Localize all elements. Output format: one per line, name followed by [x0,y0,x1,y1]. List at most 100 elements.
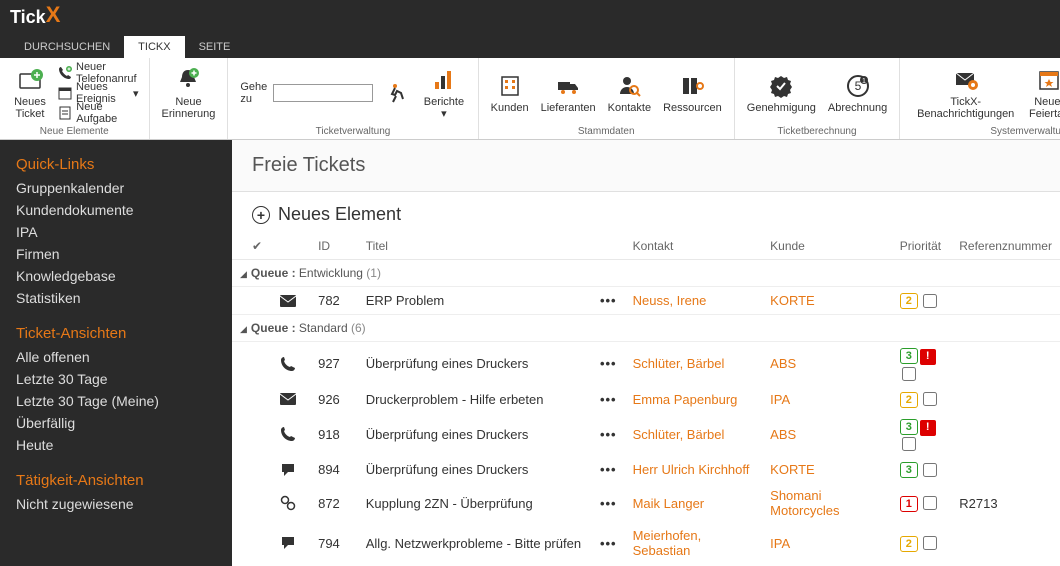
resources-button[interactable]: Ressourcen [657,60,728,126]
sidebar-quick-item-1[interactable]: Kundendokumente [0,199,232,221]
ticket-row[interactable]: 927Überprüfung eines Druckers•••Schlüter… [232,342,1060,386]
sidebar-quick-item-3[interactable]: Firmen [0,243,232,265]
ticket-row[interactable]: 926Druckerproblem - Hilfe erbeten•••Emma… [232,386,1060,413]
ticket-title: Kupplung 2ZN - Überprüfung [358,483,592,523]
sidebar: Quick-Links GruppenkalenderKundendokumen… [0,140,232,566]
row-menu-button[interactable]: ••• [600,293,617,308]
ticket-row[interactable]: 918Überprüfung eines Druckers•••Schlüter… [232,413,1060,457]
tab-tickx[interactable]: TICKX [124,36,184,58]
sidebar-quick-item-5[interactable]: Statistiken [0,287,232,309]
customer-link[interactable]: KORTE [770,293,815,308]
row-menu-button[interactable]: ••• [600,496,617,511]
new-ticket-button[interactable]: Neues Ticket [6,60,54,126]
badge-check-icon [767,72,795,100]
goto-run-button[interactable] [379,60,416,126]
row-checkbox[interactable] [923,496,937,510]
tab-browse[interactable]: DURCHSUCHEN [10,36,124,58]
customer-link[interactable]: Shomani Motorcycles [770,488,839,518]
row-checkbox[interactable] [923,463,937,477]
new-holiday-button[interactable]: Neuer Feiertag [1025,60,1060,126]
group-row[interactable]: ◢Queue : Standard (6) [232,315,1060,342]
sidebar-ticketview-item-2[interactable]: Letzte 30 Tage (Meine) [0,390,232,412]
customers-button[interactable]: Kunden [485,60,535,126]
row-menu-button[interactable]: ••• [600,392,617,407]
sidebar-ticketview-item-4[interactable]: Heute [0,434,232,456]
contact-link[interactable]: Herr Ulrich Kirchhoff [633,462,750,477]
customer-link[interactable]: ABS [770,427,796,442]
ticket-row[interactable]: 872Kupplung 2ZN - Überprüfung ••• Maik Lan… [232,483,1060,523]
content-header: Freie Tickets [232,140,1060,192]
billing-button[interactable]: 51Abrechnung [822,60,893,126]
approval-button[interactable]: Genehmigung [741,60,822,126]
col-kunde[interactable]: Kunde [762,233,892,260]
contact-link[interactable]: Schlüter, Bärbel [633,427,725,442]
alert-icon: ! [920,349,936,365]
col-priority[interactable]: Priorität [892,233,951,260]
row-checkbox[interactable] [923,536,937,550]
row-menu-button[interactable]: ••• [600,536,617,551]
customer-link[interactable]: KORTE [770,462,815,477]
new-task-button[interactable]: Neue Aufgabe [54,103,143,123]
tickets-table: ✔ ID Titel Kontakt Kunde Priorität Refer… [232,233,1060,563]
titlebar: TickX [0,0,1060,32]
sidebar-ticketview-item-0[interactable]: Alle offenen [0,346,232,368]
col-contact[interactable]: Kontakt [625,233,763,260]
billing-icon: 51 [844,72,872,100]
row-checkbox[interactable] [923,392,937,406]
new-event-button[interactable]: Neues Ereignis ▾ [54,83,143,103]
ticket-row[interactable]: 782ERP Problem•••Neuss, IreneKORTE2 [232,287,1060,315]
sidebar-header-activity-views: Tätigkeit-Ansichten [0,468,232,493]
ticket-row[interactable]: 794Allg. Netzwerkprobleme - Bitte prüfen… [232,523,1060,563]
row-menu-button[interactable]: ••• [600,462,617,477]
priority-cell: 2 [892,386,951,413]
sidebar-ticketview-item-3[interactable]: Überfällig [0,412,232,434]
contact-link[interactable]: Neuss, Irene [633,293,707,308]
tab-site[interactable]: SEITE [185,36,245,58]
notifications-button[interactable]: TickX-Benachrichtigungen [906,60,1025,126]
ticket-title: Überprüfung eines Druckers [358,456,592,483]
reference-cell [951,523,1060,563]
ticket-id: 894 [310,456,358,483]
col-check[interactable]: ✔ [232,233,272,260]
row-checkbox[interactable] [902,437,916,451]
contact-link[interactable]: Maik Langer [633,496,705,511]
reference-cell: R2713 [951,483,1060,523]
suppliers-button[interactable]: Lieferanten [535,60,602,126]
new-reminder-button[interactable]: Neue Erinnerung [156,60,222,126]
sidebar-quick-item-0[interactable]: Gruppenkalender [0,177,232,199]
contact-link[interactable]: Emma Papenburg [633,392,738,407]
reference-cell [951,386,1060,413]
collapse-icon: ◢ [240,269,247,279]
ticket-title: Überprüfung eines Druckers [358,342,592,386]
col-reference[interactable]: Referenznummer [951,233,1060,260]
new-call-button[interactable]: Neuer Telefonanruf [54,63,143,83]
customer-link[interactable]: IPA [770,392,790,407]
customer-link[interactable]: ABS [770,356,796,371]
sidebar-quick-item-2[interactable]: IPA [0,221,232,243]
row-menu-button[interactable]: ••• [600,356,617,371]
contact-link[interactable]: Meierhofen, Sebastian [633,528,702,558]
ticket-title: Allg. Netzwerkprobleme - Bitte prüfen [358,523,592,563]
row-menu-button[interactable]: ••• [600,427,617,442]
new-element-button[interactable]: + Neues Element [232,192,1060,233]
reference-cell [951,413,1060,457]
contacts-button[interactable]: Kontakte [602,60,657,126]
sidebar-activity-item-0[interactable]: Nicht zugewiesene [0,493,232,515]
ticket-row[interactable]: 894Überprüfung eines Druckers ••• Herr Ulr… [232,456,1060,483]
ticket-id: 782 [310,287,358,315]
sidebar-quick-item-4[interactable]: Knowledgebase [0,265,232,287]
ticket-id: 872 [310,483,358,523]
alert-icon: ! [920,420,936,436]
row-checkbox[interactable] [923,294,937,308]
row-checkbox[interactable] [902,367,916,381]
sidebar-ticketview-item-1[interactable]: Letzte 30 Tage [0,368,232,390]
reports-button[interactable]: Berichte ▾ [416,60,471,126]
contact-link[interactable]: Schlüter, Bärbel [633,356,725,371]
col-id[interactable]: ID [310,233,358,260]
col-title[interactable]: Titel [358,233,592,260]
group-row[interactable]: ◢Queue : Entwicklung (1) [232,260,1060,287]
plus-circle-icon: + [252,206,270,224]
gear-icon [272,483,310,523]
goto-input[interactable] [273,84,373,102]
customer-link[interactable]: IPA [770,536,790,551]
